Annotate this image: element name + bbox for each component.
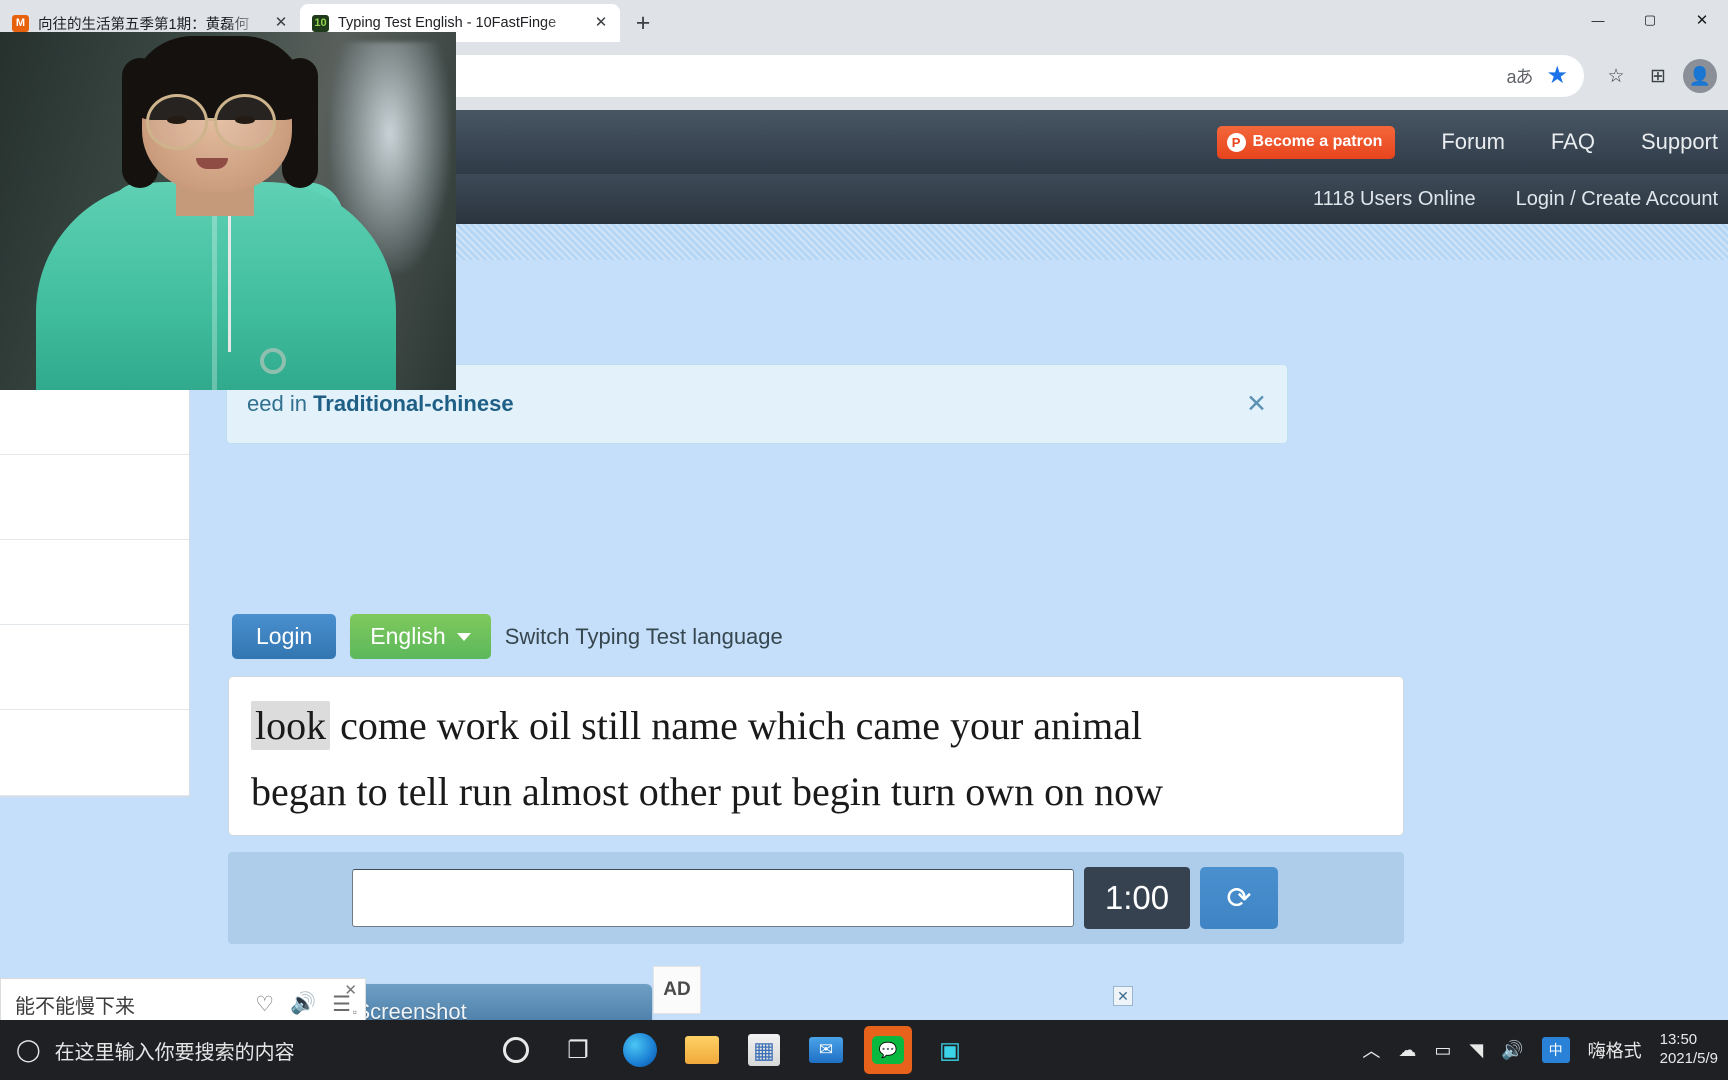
patreon-icon: P bbox=[1226, 132, 1246, 152]
sidebar-item-custom-typing-test[interactable]: om Typing Test e your own! bbox=[0, 455, 189, 540]
sidebar-item-sub: e your own! bbox=[0, 502, 171, 523]
switch-language-label: Switch Typing Test language bbox=[504, 623, 783, 649]
become-a-patron-button[interactable]: P Become a patron bbox=[1216, 125, 1396, 159]
tab-close-icon[interactable]: ✕ bbox=[592, 14, 610, 32]
speaker-icon[interactable]: 🔊 bbox=[290, 992, 316, 1016]
webcam-overlay[interactable] bbox=[0, 32, 456, 390]
profile-avatar[interactable]: 👤 bbox=[1680, 56, 1720, 96]
new-tab-button[interactable]: + bbox=[626, 6, 660, 40]
wechat-icon[interactable]: 💬 bbox=[864, 1026, 912, 1074]
sidebar-item-sub: against others bbox=[0, 587, 171, 608]
typing-input-row: 1:00 ⟳ bbox=[228, 852, 1404, 944]
favorites-icon[interactable]: ☆ bbox=[1596, 56, 1636, 96]
ime-indicator[interactable]: 中 bbox=[1541, 1037, 1570, 1063]
language-dropdown-label: English bbox=[370, 623, 446, 649]
banner-text: eed in Traditional-chinese bbox=[247, 391, 514, 417]
search-placeholder: 在这里输入你要搜索的内容 bbox=[54, 1041, 295, 1064]
words-line-2: began to tell run almost other put begin… bbox=[251, 768, 1164, 814]
clock[interactable]: 13:50 2021/5/9 bbox=[1660, 1031, 1718, 1069]
maximize-button[interactable]: ▢ bbox=[1624, 0, 1676, 40]
hoodie-zipper bbox=[212, 200, 217, 390]
edge-icon[interactable] bbox=[616, 1026, 664, 1074]
hoodie-button bbox=[260, 348, 286, 374]
sidebar-item-title: Practice bbox=[0, 724, 171, 750]
ad-placeholder[interactable]: AD bbox=[653, 966, 701, 1014]
favorite-star-icon[interactable]: ★ bbox=[1546, 64, 1568, 88]
minimize-button[interactable]: — bbox=[1572, 0, 1624, 40]
ad-close-icon[interactable]: ✕ bbox=[1113, 986, 1133, 1006]
login-button[interactable]: Login bbox=[232, 614, 337, 659]
toolbar-actions: ☆ ⊞ 👤 bbox=[1596, 56, 1728, 96]
taskbar-apps: ❐ ▦ ✉ 💬 ▣ bbox=[492, 1026, 974, 1074]
tenfastfingers-icon: 10 bbox=[312, 14, 329, 32]
clock-date: 2021/5/9 bbox=[1659, 1050, 1718, 1067]
translate-icon[interactable]: aあ bbox=[1506, 63, 1533, 89]
right-eye bbox=[235, 116, 255, 124]
file-explorer-icon[interactable] bbox=[678, 1026, 726, 1074]
window-controls: — ▢ ✕ bbox=[1572, 0, 1728, 40]
typing-word-area: look come work oil still name which came… bbox=[228, 676, 1404, 836]
wifi-icon[interactable]: ◥ bbox=[1469, 1040, 1483, 1061]
battery-icon[interactable]: ▭ bbox=[1434, 1040, 1451, 1061]
typing-input[interactable] bbox=[352, 869, 1074, 927]
users-online-count: 1118 Users Online bbox=[1312, 187, 1476, 210]
sidebar-item-title: ng Competition bbox=[0, 639, 171, 665]
video-site-icon: M bbox=[12, 14, 29, 32]
nav-link-faq[interactable]: FAQ bbox=[1551, 129, 1595, 155]
taskbar-search[interactable]: ◯ 在这里输入你要搜索的内容 bbox=[0, 1020, 488, 1080]
restart-test-icon[interactable]: ⟳ bbox=[1200, 867, 1278, 929]
test-controls: Login English Switch Typing Test languag… bbox=[232, 614, 783, 659]
tab-title: 向往的生活第五季第1期：黄磊何 bbox=[38, 16, 250, 33]
sidebar-item-title: om Typing Test bbox=[0, 469, 171, 495]
clock-time: 13:50 bbox=[1659, 1031, 1698, 1049]
login-create-account-link[interactable]: Login / Create Account bbox=[1516, 188, 1718, 211]
close-window-button[interactable]: ✕ bbox=[1676, 0, 1728, 40]
collections-icon[interactable]: ⊞ bbox=[1638, 56, 1678, 96]
countdown-timer: 1:00 bbox=[1084, 867, 1190, 929]
sidebar-item-sub: can type the fastest? bbox=[0, 672, 171, 693]
sidebar-item-multiplayer-typing[interactable]: iplayer Typing against others bbox=[0, 540, 189, 625]
mail-icon[interactable]: ✉ bbox=[802, 1026, 850, 1074]
sidebar: ng Test ed) 000 words om Typing Test e y… bbox=[0, 342, 190, 797]
banner-text-prefix: eed in bbox=[247, 391, 314, 416]
chevron-down-icon bbox=[456, 632, 471, 641]
left-eye bbox=[167, 116, 187, 124]
onedrive-icon[interactable]: ☁ bbox=[1398, 1040, 1416, 1061]
tab-title: Typing Test English - 10FastFinge bbox=[338, 15, 557, 31]
glasses-bridge bbox=[207, 118, 217, 121]
sidebar-item-practice[interactable]: Practice ice your own Text bbox=[0, 710, 189, 796]
banner-close-icon[interactable]: ✕ bbox=[1246, 389, 1267, 419]
meeting-icon[interactable]: ▣ bbox=[926, 1026, 974, 1074]
remaining-words-line-1: come work oil still name which came your… bbox=[340, 703, 1143, 748]
windows-taskbar: ◯ 在这里输入你要搜索的内容 ❐ ▦ ✉ 💬 ▣ ︿ ☁ ▭ ◥ 🔊 中 嗨格式… bbox=[0, 1020, 1728, 1080]
chevron-up-icon[interactable]: ︿ bbox=[1362, 1037, 1380, 1063]
task-view-icon[interactable]: ❐ bbox=[554, 1026, 602, 1074]
sidebar-item-title: iplayer Typing bbox=[0, 554, 171, 580]
tab-close-icon[interactable]: ✕ bbox=[272, 14, 290, 32]
sidebar-item-typing-competition[interactable]: ng Competition can type the fastest? bbox=[0, 625, 189, 711]
nav-link-forum[interactable]: Forum bbox=[1441, 129, 1505, 155]
language-dropdown[interactable]: English bbox=[350, 614, 491, 659]
close-icon[interactable]: ✕ bbox=[344, 981, 357, 999]
microsoft-store-icon[interactable]: ▦ bbox=[740, 1026, 788, 1074]
volume-icon[interactable]: 🔊 bbox=[1501, 1040, 1523, 1061]
search-icon: ◯ bbox=[16, 1037, 41, 1062]
minimize-icon[interactable]: ▫ bbox=[353, 1005, 357, 1019]
avatar: 👤 bbox=[1683, 59, 1717, 93]
system-tray: ︿ ☁ ▭ ◥ 🔊 中 嗨格式 13:50 2021/5/9 bbox=[1362, 1031, 1728, 1069]
media-track-title: 能不能慢下来 bbox=[15, 995, 135, 1018]
sidebar-item-sub: ice your own Text bbox=[0, 758, 171, 779]
tab-screenshot[interactable]: Screenshot bbox=[355, 999, 466, 1020]
patron-label: Become a patron bbox=[1252, 133, 1383, 150]
banner-language: Traditional-chinese bbox=[313, 391, 514, 416]
sidebar-item-sub: 000 words bbox=[0, 417, 171, 438]
heart-icon[interactable]: ♡ bbox=[255, 992, 274, 1017]
ime-text[interactable]: 嗨格式 bbox=[1588, 1037, 1642, 1063]
cortana-icon[interactable] bbox=[492, 1026, 540, 1074]
current-word: look bbox=[251, 701, 331, 750]
nav-link-support[interactable]: Support bbox=[1641, 129, 1718, 155]
